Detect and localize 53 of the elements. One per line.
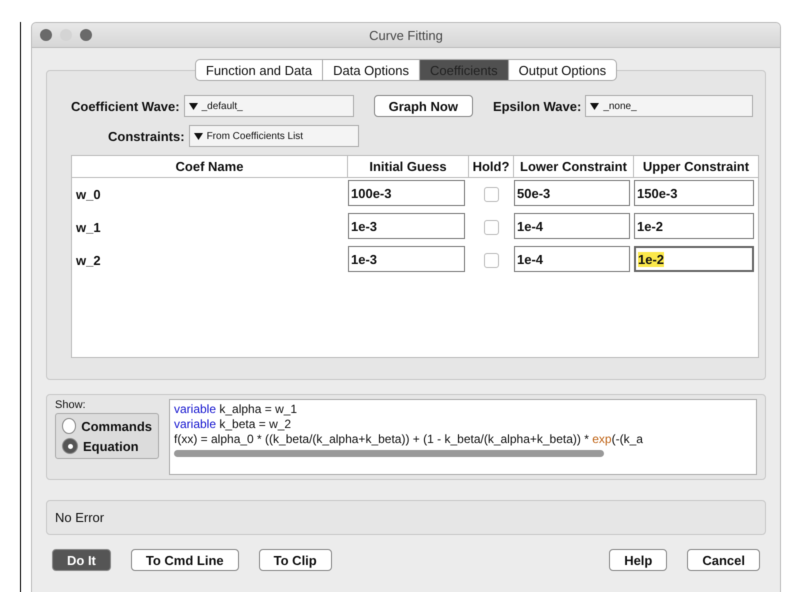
radio-option[interactable]: Commands [62,418,152,434]
input-field[interactable]: 1e-3 [348,213,465,239]
popup-value: From Coefficients List [206,130,304,142]
table-cell-text: w_1 [75,219,102,237]
table-cell-text: w_0 [75,186,102,204]
tab[interactable]: Data Options [323,59,420,81]
constraints-popup[interactable]: From Coefficients List [188,125,359,147]
column-header: Lower Constraint [514,156,634,178]
field-label: Constraints: [108,128,185,144]
column-header: Hold? [469,156,514,178]
input-field[interactable]: 150e-3 [634,180,754,206]
close-button[interactable] [40,29,52,41]
dialog-button[interactable]: Cancel [687,549,760,571]
hold-checkbox[interactable] [484,187,499,202]
code-line: variable k_beta = w_2 [174,417,292,432]
scrollbar[interactable] [174,450,604,457]
input-field[interactable]: 1e-3 [348,246,465,272]
dialog-button[interactable]: Do It [52,549,111,571]
tab[interactable]: Output Options [508,59,618,81]
column-header: Initial Guess [348,156,469,178]
popup-value: _default_ [202,100,243,112]
field-label: Epsilon Wave: [492,98,582,114]
table-cell-text: w_2 [75,252,102,270]
zoom-button[interactable] [80,29,92,41]
column-header: Upper Constraint [634,156,758,178]
input-field[interactable]: 100e-3 [348,180,465,206]
field-label: Coefficient Wave: [71,98,180,114]
dialog-button[interactable]: To Clip [258,549,332,571]
graph-now-button[interactable]: Graph Now [374,95,473,117]
dialog-button[interactable]: Help [609,549,668,571]
show-label: Show: [55,399,87,411]
tab[interactable]: Function and Data [194,59,324,81]
coefficient-wave-popup[interactable]: _default_ [184,95,354,117]
epsilon-wave-popup[interactable]: _none_ [585,95,754,117]
input-field[interactable]: 50e-3 [514,180,630,206]
caret-icon [194,132,203,140]
caret-icon [188,102,198,110]
hold-checkbox[interactable] [484,220,499,235]
input-field[interactable]: 1e-4 [514,213,630,239]
input-field[interactable]: 1e-4 [514,246,630,272]
hold-checkbox[interactable] [484,253,499,268]
column-header: Coef Name [72,156,348,178]
window-title: Curve Fitting [369,28,443,42]
dialog-button[interactable]: To Cmd Line [130,549,239,571]
radio-option[interactable]: Equation [62,438,152,454]
code-line: f(xx) = alpha_0 * ((k_beta/(k_alpha+k_beta)) + (1 - k_beta/(k_alpha+k_beta)) * exp(-(k_a [174,432,644,447]
code-line: variable k_alpha = w_1 [174,402,298,417]
popup-value: _none_ [603,100,637,112]
input-field[interactable]: 1e-2 [634,213,754,239]
input-field[interactable]: 1e-2 [634,246,754,272]
caret-icon [590,102,600,110]
status-text: No Error [55,510,104,525]
code-view[interactable]: variable k_alpha = w_1 variable k_beta = w_2 f(xx) = alpha_0 * ((k_beta/(k_alpha+k_beta)) + (1 - k_beta/(k_alpha+k_beta)) * exp(-(k_a [169,399,757,475]
